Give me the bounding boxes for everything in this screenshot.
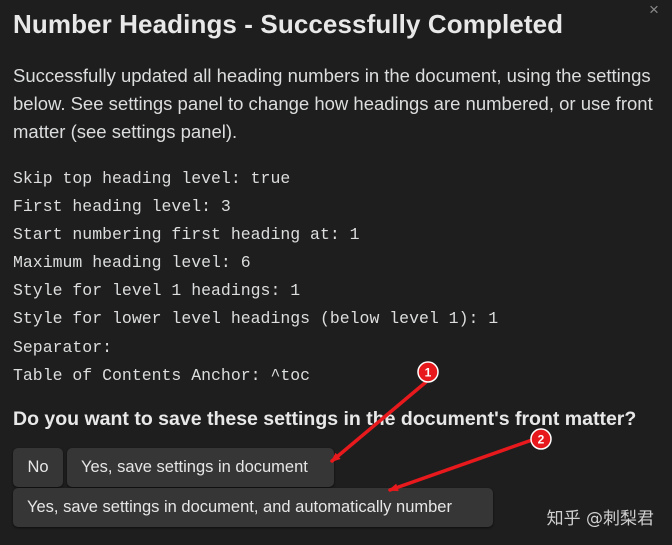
modal-title: Number Headings - Successfully Completed	[13, 9, 564, 39]
setting-line: Start numbering first heading at: 1	[13, 225, 360, 245]
modal-description: Successfully updated all heading numbers…	[13, 65, 653, 142]
save-and-auto-number-button[interactable]: Yes, save settings in document, and auto…	[13, 488, 493, 527]
settings-summary: Skip top heading level: true First headi…	[13, 165, 653, 390]
save-settings-button[interactable]: Yes, save settings in document	[67, 448, 334, 487]
annotation-badge-2: 2	[530, 428, 552, 450]
setting-line: Style for level 1 headings: 1	[13, 281, 301, 301]
setting-line: Maximum heading level: 6	[13, 253, 251, 273]
annotation-arrow-2	[388, 438, 534, 492]
setting-line: Separator:	[13, 337, 113, 357]
setting-line: Style for lower level headings (below le…	[13, 309, 499, 329]
watermark: 知乎 @刺梨君	[546, 509, 654, 529]
setting-line: Table of Contents Anchor: ^toc	[13, 365, 311, 385]
save-question: Do you want to save these settings in th…	[13, 408, 637, 430]
close-icon[interactable]: ×	[646, 1, 662, 18]
badge-2-label: 2	[538, 433, 545, 447]
setting-line: Skip top heading level: true	[13, 169, 291, 188]
no-button[interactable]: No	[13, 448, 63, 487]
number-headings-modal: × Number Headings - Successfully Complet…	[0, 0, 672, 545]
setting-line: First heading level: 3	[13, 197, 231, 217]
